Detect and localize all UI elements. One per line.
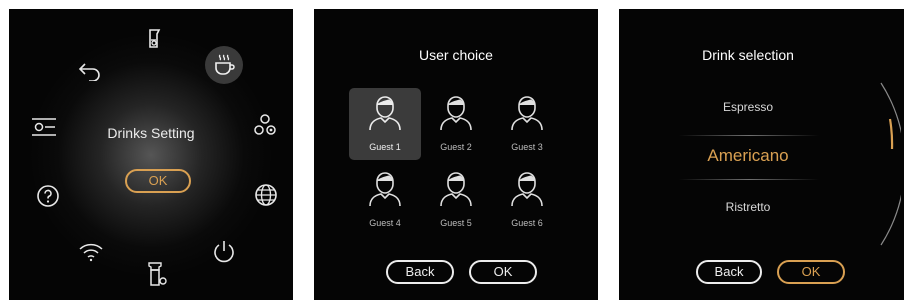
guest-label: Guest 4 (369, 218, 401, 228)
drink-option-ristretto[interactable]: Ristretto (619, 200, 877, 214)
guest-2-tile[interactable]: Guest 2 (420, 88, 492, 160)
guest-6-tile[interactable]: Guest 6 (491, 164, 563, 236)
user-avatar-icon (369, 96, 401, 131)
guest-label: Guest 5 (440, 218, 472, 228)
milk-container-icon[interactable] (145, 261, 169, 289)
power-icon[interactable] (211, 239, 237, 265)
guest-label: Guest 3 (511, 142, 543, 152)
guest-1-tile[interactable]: Guest 1 (349, 88, 421, 160)
drinks-setting-screen: Drinks Setting OK (9, 9, 293, 300)
drink-selection-screen: Drink selection Espresso Americano Ristr… (619, 9, 904, 300)
ok-button[interactable]: OK (469, 260, 537, 284)
drinks-setting-label: Drinks Setting (107, 125, 195, 141)
coffee-cup-icon[interactable] (212, 53, 236, 77)
divider (679, 135, 819, 136)
user-avatar-icon (511, 96, 543, 131)
guest-label: Guest 2 (440, 142, 472, 152)
user-choice-screen: User choice Guest 1 Guest 2 Guest 3 Gues… (314, 9, 598, 300)
back-button[interactable]: Back (386, 260, 454, 284)
guest-3-tile[interactable]: Guest 3 (491, 88, 563, 160)
scroll-arc[interactable] (877, 79, 901, 249)
wifi-icon[interactable] (78, 242, 104, 262)
divider (679, 179, 819, 180)
ok-button[interactable]: OK (125, 169, 191, 193)
drink-option-americano[interactable]: Americano (619, 146, 877, 166)
user-avatar-icon (440, 172, 472, 207)
user-avatar-icon (511, 172, 543, 207)
globe-icon[interactable] (254, 183, 278, 207)
back-arrow-icon[interactable] (77, 59, 103, 81)
drink-option-espresso[interactable]: Espresso (619, 100, 877, 114)
help-icon[interactable] (36, 184, 60, 208)
user-avatar-icon (369, 172, 401, 207)
drink-selection-title: Drink selection (702, 47, 794, 63)
ok-button[interactable]: OK (777, 260, 845, 284)
milk-jug-icon[interactable] (144, 27, 166, 51)
user-avatar-icon (440, 96, 472, 131)
guest-label: Guest 6 (511, 218, 543, 228)
guest-5-tile[interactable]: Guest 5 (420, 164, 492, 236)
back-button[interactable]: Back (696, 260, 762, 284)
guest-label: Guest 1 (369, 142, 401, 152)
guest-4-tile[interactable]: Guest 4 (349, 164, 421, 236)
user-choice-title: User choice (419, 47, 493, 63)
